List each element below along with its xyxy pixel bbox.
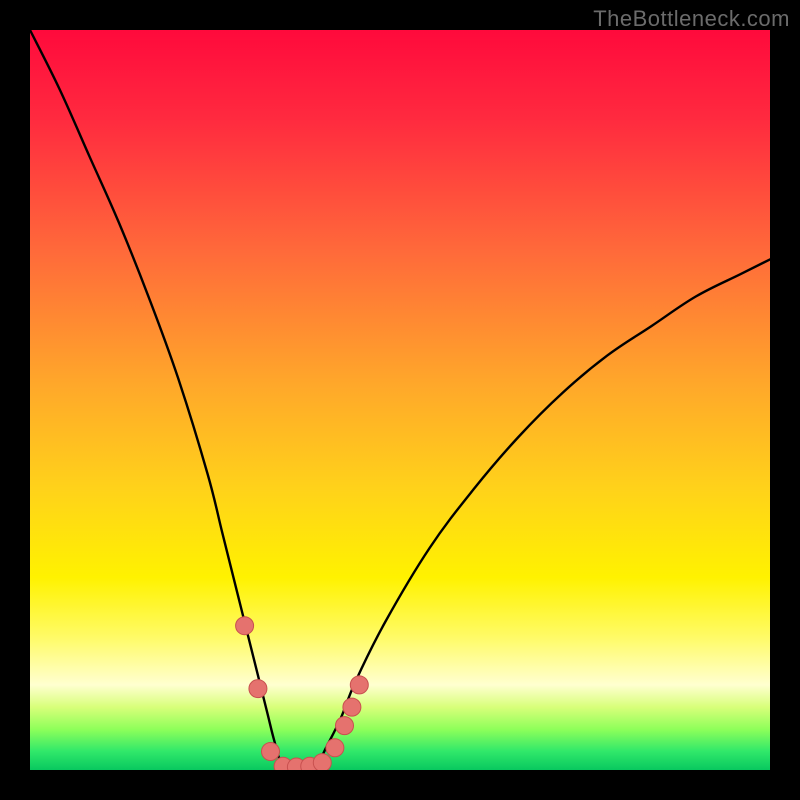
curve-marker bbox=[249, 680, 267, 698]
curve-marker bbox=[313, 754, 331, 772]
plot-background bbox=[30, 30, 770, 770]
chart-root: TheBottleneck.com bbox=[0, 0, 800, 800]
curve-marker bbox=[326, 739, 344, 757]
curve-marker bbox=[350, 676, 368, 694]
watermark-text: TheBottleneck.com bbox=[593, 6, 790, 32]
curve-marker bbox=[236, 617, 254, 635]
curve-marker bbox=[262, 743, 280, 761]
curve-marker bbox=[336, 717, 354, 735]
curve-marker bbox=[343, 698, 361, 716]
bottleneck-chart bbox=[0, 0, 800, 800]
